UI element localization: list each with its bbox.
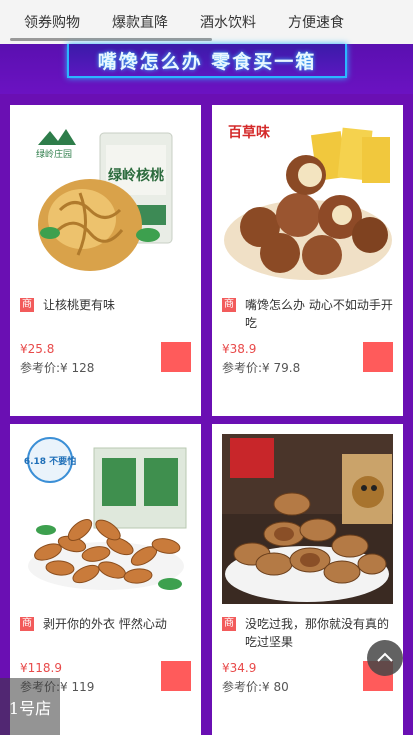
corner-watermark: 1号店 bbox=[0, 678, 60, 735]
shop-badge: 商 bbox=[222, 617, 236, 631]
package-label: 绿岭核桃 bbox=[108, 167, 164, 184]
product-price: ¥118.9 bbox=[20, 661, 62, 675]
product-image-pine-nuts[interactable]: 6.18 不要怕 bbox=[20, 434, 191, 604]
product-card[interactable]: 商 没吃过我，那你就没有真的吃过坚果 ¥34.9 参考价:¥ 80 bbox=[212, 424, 403, 735]
promo-banner: 嘴馋怎么办 零食买一箱 bbox=[0, 44, 413, 94]
chevron-up-icon bbox=[377, 652, 393, 662]
banner-frame: 嘴馋怎么办 零食买一箱 bbox=[67, 44, 347, 78]
product-price: ¥38.9 bbox=[222, 342, 257, 356]
reference-price: 参考价:¥ 80 bbox=[222, 680, 289, 694]
shop-badge: 商 bbox=[20, 298, 34, 312]
promo-badge: 6.18 不要怕 bbox=[24, 455, 76, 467]
brand-logo: 百草味 bbox=[228, 124, 270, 141]
brand-logo: 绿岭庄园 bbox=[36, 148, 72, 160]
product-price: ¥34.9 bbox=[222, 661, 257, 675]
product-card[interactable]: 绿岭核桃 绿岭庄园 商 让核桃更有味 ¥25.8 参考价:¥ 128 bbox=[10, 105, 201, 416]
product-image-pecans[interactable] bbox=[222, 434, 393, 604]
product-price: ¥25.8 bbox=[20, 342, 55, 356]
add-to-cart-button[interactable] bbox=[363, 342, 393, 372]
category-tabs: 领券购物 爆款直降 酒水饮料 方便速食 bbox=[0, 0, 413, 45]
tab-scroll-indicator bbox=[10, 38, 212, 41]
shop-badge: 商 bbox=[222, 298, 236, 312]
tab-coupon-shopping[interactable]: 领券购物 bbox=[24, 12, 80, 32]
tab-hot-deals[interactable]: 爆款直降 bbox=[112, 12, 168, 32]
product-image-walnut[interactable]: 绿岭核桃 绿岭庄园 bbox=[20, 115, 191, 285]
reference-price: 参考价:¥ 128 bbox=[20, 361, 95, 375]
back-to-top-button[interactable] bbox=[367, 640, 403, 676]
product-image-macadamia[interactable]: 百草味 bbox=[222, 115, 393, 285]
product-title[interactable]: 剥开你的外衣 怦然心动 bbox=[43, 615, 193, 633]
product-title[interactable]: 嘴馋怎么办 动心不如动手开吃 bbox=[245, 296, 395, 332]
product-title[interactable]: 让核桃更有味 bbox=[43, 296, 193, 314]
reference-price: 参考价:¥ 79.8 bbox=[222, 361, 301, 375]
shop-badge: 商 bbox=[20, 617, 34, 631]
tab-instant-food[interactable]: 方便速食 bbox=[288, 12, 344, 32]
watermark-text: 1号店 bbox=[8, 698, 52, 718]
product-card[interactable]: 百草味 商 嘴馋怎么办 动心不如动手开吃 ¥38.9 参考价:¥ 79.8 bbox=[212, 105, 403, 416]
tab-drinks[interactable]: 酒水饮料 bbox=[200, 12, 256, 32]
banner-title: 嘴馋怎么办 零食买一箱 bbox=[97, 50, 317, 73]
add-to-cart-button[interactable] bbox=[161, 661, 191, 691]
add-to-cart-button[interactable] bbox=[161, 342, 191, 372]
